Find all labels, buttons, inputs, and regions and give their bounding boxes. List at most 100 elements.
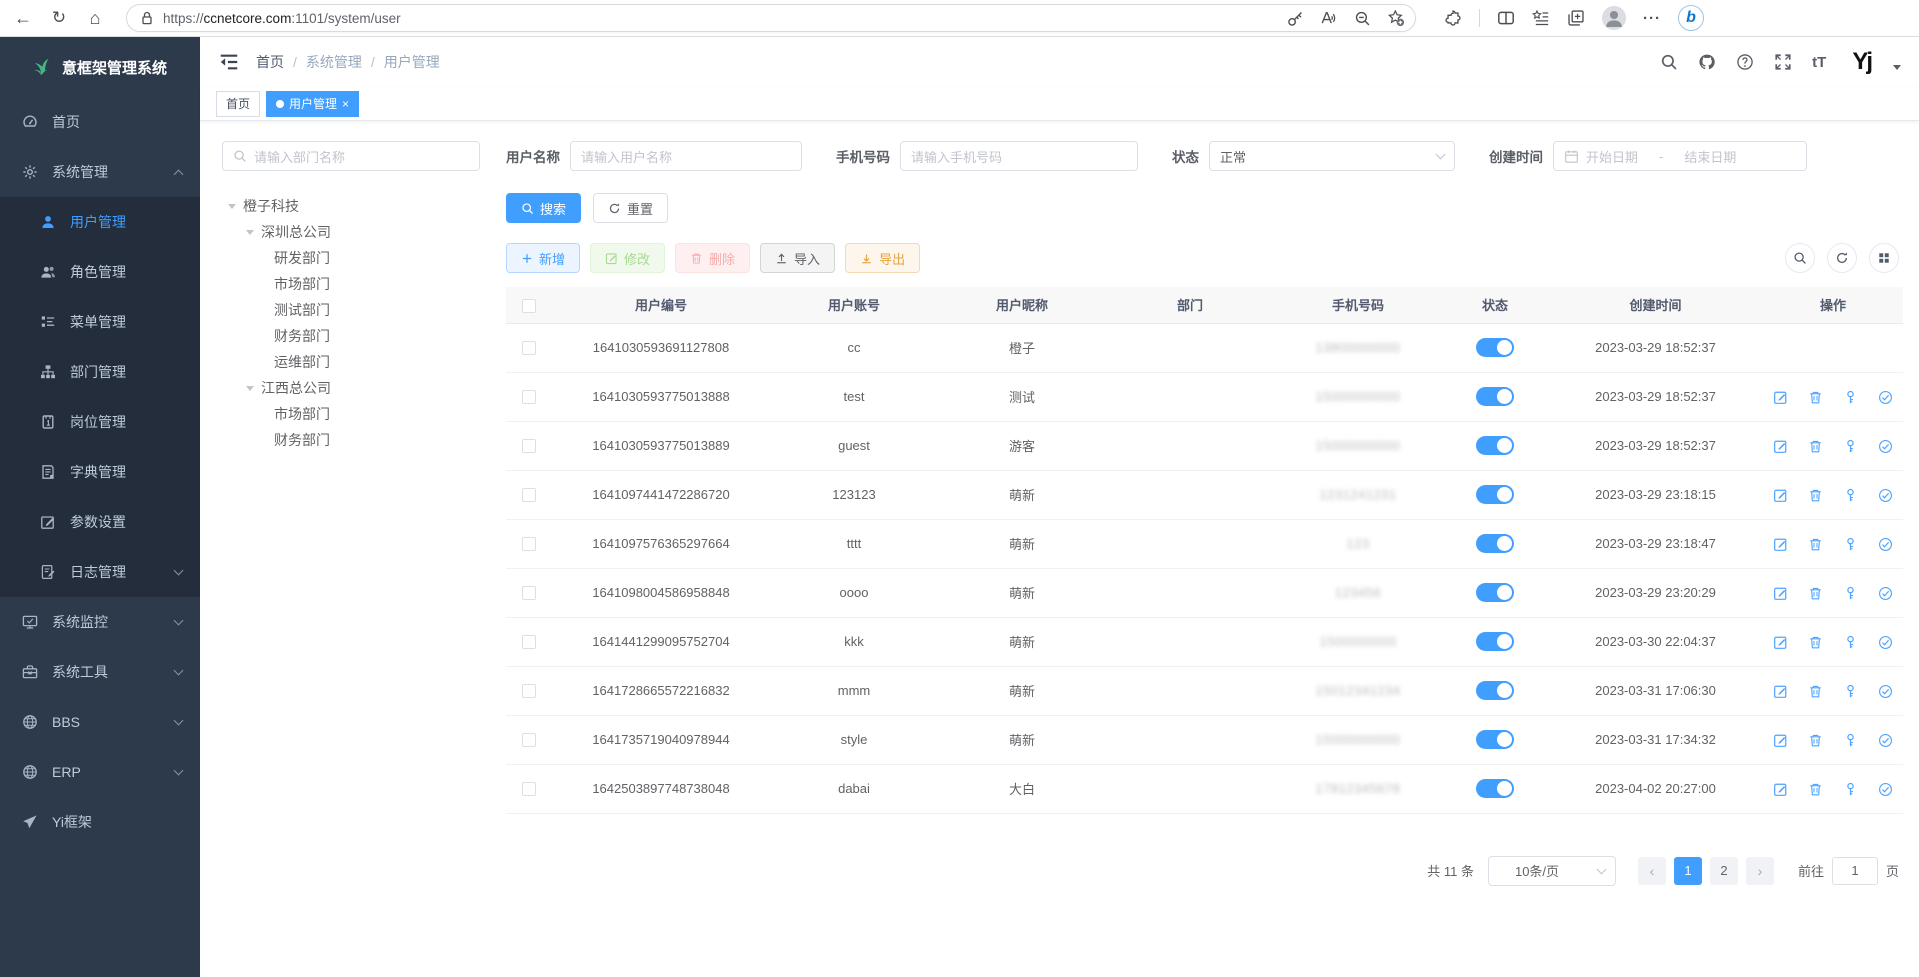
tag-首页[interactable]: 首页	[216, 91, 260, 117]
select-all-checkbox[interactable]	[522, 299, 536, 313]
status-toggle[interactable]	[1476, 730, 1514, 749]
assign-role-action-icon[interactable]	[1878, 635, 1893, 650]
tree-node[interactable]: 市场部门	[222, 271, 480, 297]
row-checkbox[interactable]	[522, 390, 536, 404]
reset-button[interactable]: 重置	[593, 193, 668, 223]
refresh-icon[interactable]: ↻	[46, 5, 72, 31]
font-size-icon[interactable]: tT	[1812, 54, 1826, 71]
tree-node[interactable]: 财务部门	[222, 323, 480, 349]
assign-role-action-icon[interactable]	[1878, 390, 1893, 405]
page-size-select[interactable]: 10条/页	[1488, 856, 1616, 886]
assign-role-action-icon[interactable]	[1878, 733, 1893, 748]
sidebar-collapse-button[interactable]	[218, 51, 240, 73]
sidebar-item-home[interactable]: 首页	[0, 97, 200, 147]
prev-page-button[interactable]: ‹	[1638, 857, 1666, 885]
extensions-icon[interactable]	[1444, 9, 1462, 27]
status-toggle[interactable]	[1476, 338, 1514, 357]
delete-button[interactable]: 删除	[675, 243, 750, 273]
tree-expand-icon[interactable]	[246, 230, 254, 235]
reset-password-action-icon[interactable]	[1843, 439, 1858, 454]
status-toggle[interactable]	[1476, 779, 1514, 798]
sidebar-item-yi[interactable]: Yi框架	[0, 797, 200, 847]
tree-node[interactable]: 财务部门	[222, 427, 480, 453]
reset-password-action-icon[interactable]	[1843, 684, 1858, 699]
profile-avatar[interactable]	[1602, 6, 1626, 30]
edit-action-icon[interactable]	[1773, 733, 1788, 748]
edit-action-icon[interactable]	[1773, 537, 1788, 552]
delete-action-icon[interactable]	[1808, 390, 1823, 405]
reset-password-action-icon[interactable]	[1843, 537, 1858, 552]
tree-node[interactable]: 橙子科技	[222, 193, 480, 219]
row-checkbox[interactable]	[522, 586, 536, 600]
delete-action-icon[interactable]	[1808, 635, 1823, 650]
tree-node[interactable]: 江西总公司	[222, 375, 480, 401]
more-icon[interactable]: ···	[1643, 10, 1661, 27]
sidebar-item-erp[interactable]: ERP	[0, 747, 200, 797]
edit-action-icon[interactable]	[1773, 684, 1788, 699]
export-button[interactable]: 导出	[845, 243, 920, 273]
row-checkbox[interactable]	[522, 635, 536, 649]
status-toggle[interactable]	[1476, 387, 1514, 406]
favorite-add-icon[interactable]	[1387, 9, 1405, 27]
sidebar-item-dept[interactable]: 部门管理	[0, 347, 200, 397]
sidebar-item-monitor[interactable]: 系统监控	[0, 597, 200, 647]
status-toggle[interactable]	[1476, 534, 1514, 553]
assign-role-action-icon[interactable]	[1878, 537, 1893, 552]
tree-node[interactable]: 市场部门	[222, 401, 480, 427]
tree-expand-icon[interactable]	[246, 386, 254, 391]
delete-action-icon[interactable]	[1808, 733, 1823, 748]
row-checkbox[interactable]	[522, 488, 536, 502]
sidebar-item-dict[interactable]: 字典管理	[0, 447, 200, 497]
sidebar-item-bbs[interactable]: BBS	[0, 697, 200, 747]
sidebar-item-tools[interactable]: 系统工具	[0, 647, 200, 697]
date-range-input[interactable]: 开始日期 - 结束日期	[1553, 141, 1807, 171]
edit-action-icon[interactable]	[1773, 782, 1788, 797]
delete-action-icon[interactable]	[1808, 782, 1823, 797]
status-toggle[interactable]	[1476, 583, 1514, 602]
search-button[interactable]: 搜索	[506, 193, 581, 223]
split-screen-icon[interactable]	[1497, 9, 1515, 27]
user-menu-caret-icon[interactable]	[1893, 65, 1901, 70]
reset-password-action-icon[interactable]	[1843, 586, 1858, 601]
tag-用户管理[interactable]: 用户管理×	[266, 91, 359, 117]
assign-role-action-icon[interactable]	[1878, 439, 1893, 454]
table-search-icon[interactable]	[1785, 243, 1815, 273]
delete-action-icon[interactable]	[1808, 684, 1823, 699]
edit-action-icon[interactable]	[1773, 635, 1788, 650]
assign-role-action-icon[interactable]	[1878, 782, 1893, 797]
reset-password-action-icon[interactable]	[1843, 733, 1858, 748]
reset-password-action-icon[interactable]	[1843, 635, 1858, 650]
delete-action-icon[interactable]	[1808, 537, 1823, 552]
breadcrumb-item[interactable]: 首页	[256, 52, 284, 72]
search-icon[interactable]	[1660, 53, 1678, 71]
row-checkbox[interactable]	[522, 733, 536, 747]
username-input[interactable]: 请输入用户名称	[570, 141, 802, 171]
reset-password-action-icon[interactable]	[1843, 782, 1858, 797]
page-button-2[interactable]: 2	[1710, 857, 1738, 885]
add-button[interactable]: 新增	[506, 243, 580, 273]
status-toggle[interactable]	[1476, 632, 1514, 651]
tree-expand-icon[interactable]	[228, 204, 236, 209]
tree-node[interactable]: 深圳总公司	[222, 219, 480, 245]
dept-search-input[interactable]: 请输入部门名称	[222, 141, 480, 171]
tree-node[interactable]: 测试部门	[222, 297, 480, 323]
row-checkbox[interactable]	[522, 684, 536, 698]
password-key-icon[interactable]	[1287, 10, 1304, 27]
github-icon[interactable]	[1698, 53, 1716, 71]
goto-page-input[interactable]: 1	[1832, 857, 1878, 885]
row-checkbox[interactable]	[522, 782, 536, 796]
breadcrumb-item[interactable]: 系统管理	[306, 52, 362, 72]
status-toggle[interactable]	[1476, 681, 1514, 700]
read-aloud-icon[interactable]	[1320, 9, 1338, 27]
table-columns-icon[interactable]	[1869, 243, 1899, 273]
import-button[interactable]: 导入	[760, 243, 835, 273]
edit-action-icon[interactable]	[1773, 586, 1788, 601]
edit-action-icon[interactable]	[1773, 390, 1788, 405]
tree-node[interactable]: 研发部门	[222, 245, 480, 271]
row-checkbox[interactable]	[522, 537, 536, 551]
home-icon[interactable]: ⌂	[82, 5, 108, 31]
sidebar-item-menu[interactable]: 菜单管理	[0, 297, 200, 347]
tree-node[interactable]: 运维部门	[222, 349, 480, 375]
status-toggle[interactable]	[1476, 485, 1514, 504]
assign-role-action-icon[interactable]	[1878, 586, 1893, 601]
